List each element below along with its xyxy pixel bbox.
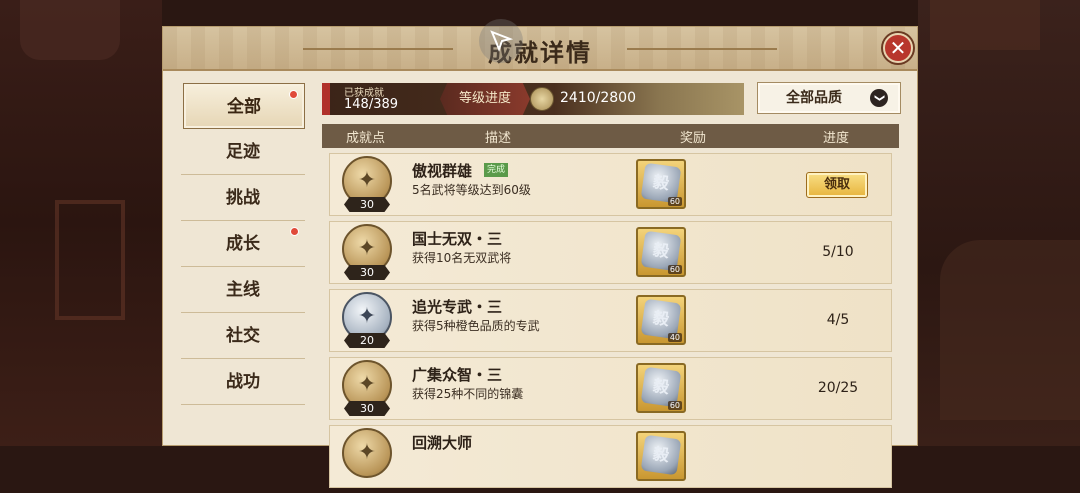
achievement-name: 傲视群雄	[412, 162, 473, 180]
achievement-progress: 4/5	[826, 312, 850, 328]
achievement-points: 20	[344, 333, 390, 348]
reward-count: 60	[667, 197, 682, 206]
achievement-name: 国士无双・三	[412, 230, 503, 248]
sidebar-item-label: 全部	[227, 97, 261, 117]
reward-item[interactable]: 毅 60	[636, 227, 686, 277]
sidebar-item-label: 成长	[226, 234, 260, 254]
sidebar-item[interactable]: 主线	[181, 267, 305, 313]
category-sidebar: 全部足迹挑战成长主线社交战功	[181, 83, 305, 405]
chevron-down-icon: ❯	[870, 89, 888, 107]
obtained-count: 148/389	[344, 97, 399, 112]
sidebar-item-label: 足迹	[226, 142, 260, 162]
achievement-points: 30	[344, 401, 390, 416]
background-decoration	[55, 200, 125, 320]
medal-icon	[530, 87, 554, 111]
achievement-description: 获得5种橙色品质的专武	[412, 319, 540, 333]
medal-icon: ✦	[342, 428, 392, 478]
achievement-progress: 20/25	[817, 380, 859, 396]
reward-item[interactable]: 毅 60	[636, 159, 686, 209]
reward-token-icon: 毅	[640, 434, 682, 476]
sidebar-item[interactable]: 社交	[181, 313, 305, 359]
sidebar-item-label: 主线	[226, 280, 260, 300]
completed-badge: 完成	[484, 163, 509, 177]
achievement-description: 获得25种不同的锦囊	[412, 387, 524, 401]
summary-accent	[322, 83, 330, 115]
achievement-points: 30	[344, 197, 390, 212]
header-progress: 进度	[823, 131, 850, 146]
level-progress-label: 等级进度	[440, 83, 530, 115]
achievement-list: ✦ 30 傲视群雄 完成 5名武将等级达到60级毅 60 领取 ✦ 30 国士无双・三 获得10名无…	[329, 153, 892, 493]
header-description: 描述	[485, 131, 512, 146]
background-decoration	[20, 0, 120, 60]
background-decoration	[930, 0, 1040, 50]
title-bar: 成就详情 ✕	[163, 19, 917, 71]
achievement-description: 获得10名无双武将	[412, 251, 512, 265]
header-reward: 奖励	[680, 131, 707, 146]
level-points: 2410/2800	[560, 90, 636, 106]
sidebar-item[interactable]: 战功	[181, 359, 305, 405]
sidebar-item[interactable]: 全部	[183, 83, 305, 129]
reward-item[interactable]: 毅 40	[636, 295, 686, 345]
reward-item[interactable]: 毅	[636, 431, 686, 481]
sidebar-item[interactable]: 足迹	[181, 129, 305, 175]
achievement-row: ✦ 30 傲视群雄 完成 5名武将等级达到60级毅 60 领取	[329, 153, 892, 216]
achievement-row: ✦ 30 国士无双・三 获得10名无双武将毅 60 5/10	[329, 221, 892, 284]
page-title: 成就详情	[488, 38, 592, 67]
reward-count: 40	[667, 333, 682, 342]
achievement-description: 5名武将等级达到60级	[412, 183, 531, 197]
table-header: 成就点 描述 奖励 进度	[322, 124, 899, 148]
close-button[interactable]: ✕	[883, 33, 913, 63]
close-icon: ✕	[889, 36, 907, 60]
reward-item[interactable]: 毅 60	[636, 363, 686, 413]
achievement-row: ✦ 20 追光专武・三 获得5种橙色品质的专武毅 40 4/5	[329, 289, 892, 352]
achievement-summary-bar: 已获成就 148/389 等级进度 2410/2800	[322, 83, 744, 115]
sidebar-item-label: 挑战	[226, 188, 260, 208]
notification-dot	[289, 90, 298, 99]
background-decoration	[940, 240, 1080, 420]
reward-count: 60	[667, 265, 682, 274]
achievement-points: 30	[344, 265, 390, 280]
quality-filter-dropdown[interactable]: 全部品质 ❯	[757, 82, 901, 114]
sidebar-item[interactable]: 挑战	[181, 175, 305, 221]
achievement-progress: 5/10	[822, 244, 854, 260]
claim-button[interactable]: 领取	[806, 172, 868, 198]
filter-selected-value: 全部品质	[786, 90, 842, 106]
cursor-icon	[479, 19, 523, 63]
achievement-details-panel: 成就详情 ✕ 全部足迹挑战成长主线社交战功 已获成就 148/389 等级进度 …	[162, 19, 918, 488]
achievement-name: 回溯大师	[412, 434, 473, 452]
header-points: 成就点	[346, 131, 386, 146]
achievement-row: ✦ 回溯大师 毅	[329, 425, 892, 488]
sidebar-item-label: 战功	[226, 372, 260, 392]
sidebar-item[interactable]: 成长	[181, 221, 305, 267]
notification-dot	[290, 227, 299, 236]
sidebar-item-label: 社交	[226, 326, 260, 346]
achievement-name: 追光专武・三	[412, 298, 503, 316]
reward-count: 60	[667, 401, 682, 410]
achievement-row: ✦ 30 广集众智・三 获得25种不同的锦囊毅 60 20/25	[329, 357, 892, 420]
achievement-name: 广集众智・三	[412, 366, 503, 384]
